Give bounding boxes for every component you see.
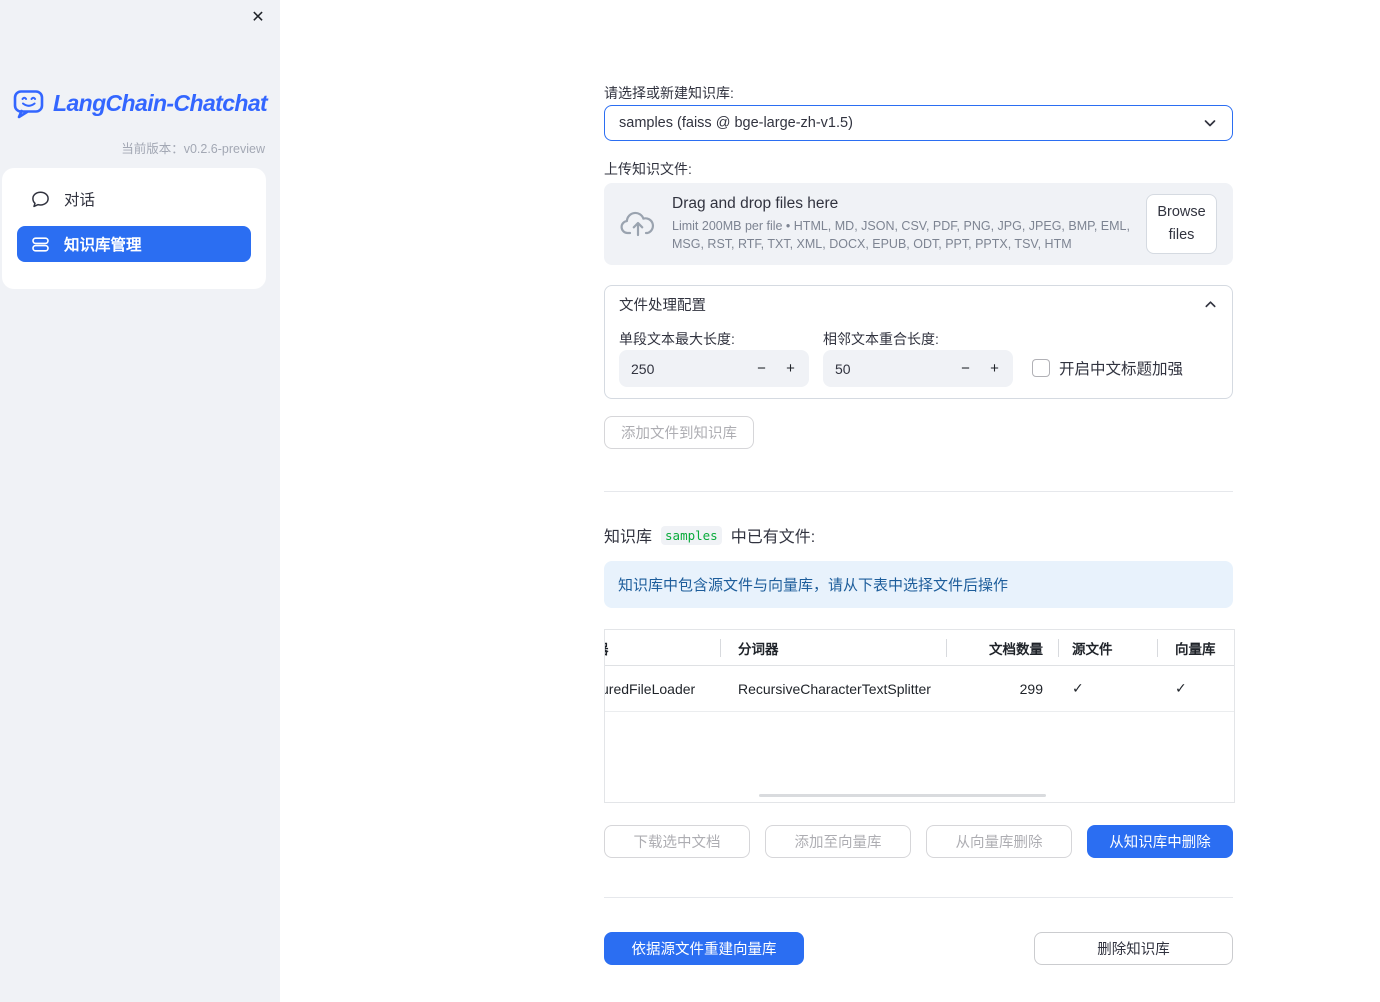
minus-stepper-icon[interactable]: −: [951, 360, 980, 377]
browse-files-button[interactable]: Browse files: [1146, 193, 1217, 255]
column-separator: [1058, 639, 1059, 657]
column-header-vector-store[interactable]: 向量库: [1157, 638, 1232, 658]
rebuild-vector-store-button[interactable]: 依据源文件重建向量库: [604, 932, 804, 965]
horizontal-scrollbar[interactable]: [759, 794, 1046, 797]
column-header-doc-count[interactable]: 文档数量: [946, 638, 1058, 658]
cell-loader: uredFileLoader: [605, 680, 696, 697]
dropzone-title: Drag and drop files here: [672, 195, 839, 212]
table-row[interactable]: uredFileLoader RecursiveCharacterTextSpl…: [605, 666, 1234, 712]
zh-title-enhance-checkbox[interactable]: 开启中文标题加强: [1032, 357, 1183, 379]
divider: [604, 491, 1233, 492]
delete-kb-button[interactable]: 删除知识库: [1034, 932, 1233, 965]
app-logo: LangChain-Chatchat: [12, 86, 268, 120]
overlap-size-value: 50: [835, 360, 851, 377]
info-alert: 知识库中包含源文件与向量库，请从下表中选择文件后操作: [604, 561, 1233, 608]
expander-header[interactable]: 文件处理配置: [605, 286, 1232, 322]
app-title: LangChain-Chatchat: [53, 89, 268, 116]
cloud-upload-icon: [620, 209, 656, 239]
kb-select-label: 请选择或新建知识库:: [604, 85, 734, 101]
existing-files-heading: 知识库 samples 中已有文件:: [604, 523, 815, 547]
add-files-to-kb-button[interactable]: 添加文件到知识库: [604, 416, 754, 449]
column-header-loader-clipped[interactable]: 器: [605, 638, 720, 658]
column-header-splitter[interactable]: 分词器: [720, 638, 946, 658]
kb-files-table[interactable]: 器 分词器 文档数量 源文件 向量库 uredFileLoader Recurs…: [604, 629, 1235, 803]
existing-files-prefix: 知识库: [604, 529, 653, 546]
file-action-buttons: 下载选中文档 添加至向量库 从向量库删除 从知识库中删除: [604, 825, 1233, 858]
checkbox-icon[interactable]: [1032, 359, 1050, 377]
column-separator: [946, 639, 947, 657]
upload-label: 上传知识文件:: [604, 161, 692, 177]
chevron-up-icon: [1203, 297, 1218, 312]
file-config-expander: 文件处理配置 单段文本最大长度: 相邻文本重合长度: 250 − + 50 − …: [604, 285, 1233, 399]
chunk-size-label: 单段文本最大长度:: [619, 331, 735, 347]
divider: [604, 897, 1233, 898]
main-content: 请选择或新建知识库: samples (faiss @ bge-large-zh…: [604, 0, 1235, 1002]
kb-select[interactable]: samples (faiss @ bge-large-zh-v1.5): [604, 105, 1233, 141]
plus-stepper-icon[interactable]: +: [980, 360, 1009, 377]
kb-select-value: samples (faiss @ bge-large-zh-v1.5): [619, 115, 853, 131]
table-header-row: 器 分词器 文档数量 源文件 向量库: [605, 630, 1234, 666]
chunk-size-input[interactable]: 250 − +: [619, 350, 809, 387]
plus-stepper-icon[interactable]: +: [776, 360, 805, 377]
cell-vector-check: ✓: [1175, 680, 1187, 696]
dropzone-hint: Limit 200MB per file • HTML, MD, JSON, C…: [672, 219, 1130, 251]
logo-chat-bubble-icon: [12, 86, 46, 120]
minus-stepper-icon[interactable]: −: [747, 360, 776, 377]
overlap-size-label: 相邻文本重合长度:: [823, 331, 939, 347]
column-header-source-file[interactable]: 源文件: [1058, 638, 1157, 658]
add-to-vector-store-button[interactable]: 添加至向量库: [765, 825, 911, 858]
download-selected-button[interactable]: 下载选中文档: [604, 825, 750, 858]
overlap-size-input[interactable]: 50 − +: [823, 350, 1013, 387]
cell-source-check: ✓: [1072, 680, 1084, 696]
sidebar: ✕ LangChain-Chatchat 当前版本：v0.2.6-preview…: [0, 0, 280, 1002]
cell-doc-count: 299: [1019, 680, 1043, 697]
sidebar-close-icon[interactable]: ✕: [247, 6, 269, 28]
version-text: 当前版本：v0.2.6-preview: [121, 142, 265, 156]
kb-name-code: samples: [661, 525, 722, 545]
info-alert-text: 知识库中包含源文件与向量库，请从下表中选择文件后操作: [618, 577, 1009, 594]
delete-from-vector-store-button[interactable]: 从向量库删除: [926, 825, 1072, 858]
column-separator: [1157, 639, 1158, 657]
sidebar-item-label: 知识库管理: [64, 237, 142, 254]
cell-splitter: RecursiveCharacterTextSplitter: [738, 680, 931, 697]
delete-from-kb-button[interactable]: 从知识库中删除: [1087, 825, 1233, 858]
knowledge-base-icon: [31, 235, 50, 254]
column-separator: [720, 639, 721, 657]
file-dropzone[interactable]: Drag and drop files here Limit 200MB per…: [604, 183, 1233, 265]
chat-bubble-icon: [31, 190, 50, 209]
checkbox-label: 开启中文标题加强: [1059, 361, 1184, 378]
sidebar-item-knowledge-base[interactable]: 知识库管理: [17, 226, 251, 262]
expander-title: 文件处理配置: [619, 297, 706, 314]
existing-files-suffix: 中已有文件:: [730, 529, 816, 546]
sidebar-menu: 对话 知识库管理: [2, 168, 266, 289]
chunk-size-value: 250: [631, 360, 655, 377]
sidebar-item-label: 对话: [64, 192, 96, 209]
chevron-down-icon: [1202, 115, 1218, 131]
sidebar-item-dialogue[interactable]: 对话: [17, 181, 251, 217]
